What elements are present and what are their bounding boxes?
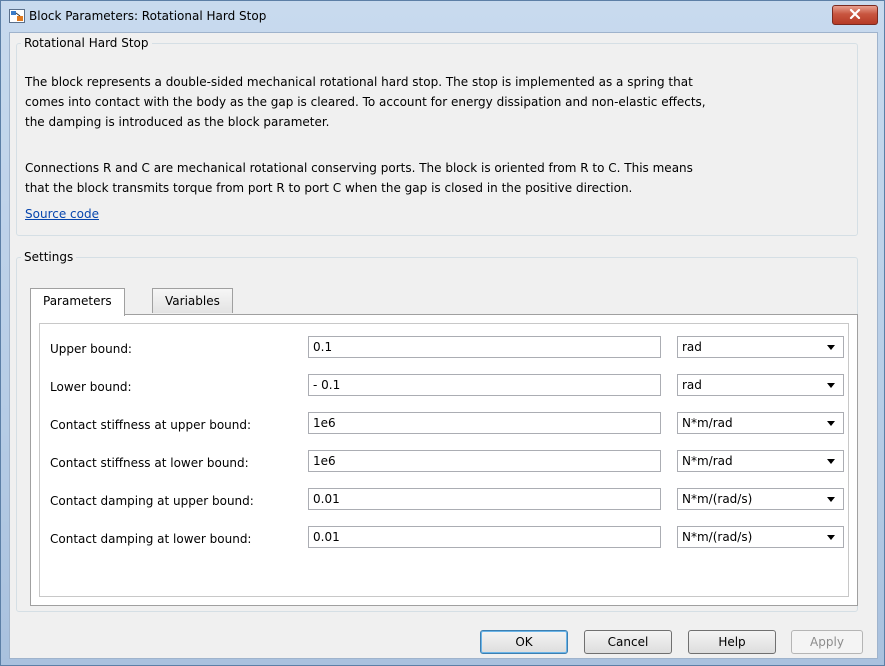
simulink-block-icon [9,9,25,23]
parameters-list: Upper bound: rad Lower bound: rad Contac… [39,323,849,597]
upper-bound-unit-select[interactable]: rad [677,336,844,358]
chevron-down-icon [827,421,835,426]
contact-damping-upper-unit-select[interactable]: N*m/(rad/s) [677,488,844,510]
contact-stiffness-lower-input[interactable] [308,450,661,472]
description-line: the damping is introduced as the block p… [25,115,330,129]
unit-value: rad [682,378,702,392]
window-title: Block Parameters: Rotational Hard Stop [29,9,267,23]
contact-damping-upper-label: Contact damping at upper bound: [50,494,254,508]
description-line: comes into contact with the body as the … [25,95,706,109]
parameters-panel: Upper bound: rad Lower bound: rad Contac… [30,314,858,606]
dialog-client-area: Rotational Hard Stop The block represent… [9,32,878,659]
lower-bound-label: Lower bound: [50,380,132,394]
unit-value: N*m/(rad/s) [682,530,753,544]
description-group-title: Rotational Hard Stop [24,36,149,50]
contact-stiffness-lower-label: Contact stiffness at lower bound: [50,456,249,470]
chevron-down-icon [827,497,835,502]
contact-damping-lower-input[interactable] [308,526,661,548]
contact-damping-lower-label: Contact damping at lower bound: [50,532,252,546]
unit-value: N*m/rad [682,454,733,468]
chevron-down-icon [827,345,835,350]
dialog-window: Block Parameters: Rotational Hard Stop R… [0,0,885,666]
contact-stiffness-upper-unit-select[interactable]: N*m/rad [677,412,844,434]
help-button[interactable]: Help [688,630,776,654]
description-paragraph-1: The block represents a double-sided mech… [25,72,849,132]
close-button[interactable] [832,5,878,25]
tab-variables[interactable]: Variables [152,288,233,313]
unit-value: rad [682,340,702,354]
contact-damping-upper-input[interactable] [308,488,661,510]
lower-bound-unit-select[interactable]: rad [677,374,844,396]
unit-value: N*m/rad [682,416,733,430]
close-icon [849,8,861,22]
ok-button[interactable]: OK [480,630,568,654]
contact-stiffness-upper-label: Contact stiffness at upper bound: [50,418,252,432]
contact-stiffness-lower-unit-select[interactable]: N*m/rad [677,450,844,472]
chevron-down-icon [827,535,835,540]
description-line: Connections R and C are mechanical rotat… [25,161,693,175]
tab-parameters[interactable]: Parameters [30,288,125,316]
upper-bound-label: Upper bound: [50,342,132,356]
unit-value: N*m/(rad/s) [682,492,753,506]
contact-stiffness-upper-input[interactable] [308,412,661,434]
description-group: Rotational Hard Stop The block represent… [16,36,858,236]
apply-button[interactable]: Apply [791,630,863,654]
description-paragraph-2: Connections R and C are mechanical rotat… [25,158,849,198]
cancel-button[interactable]: Cancel [584,630,672,654]
description-line: The block represents a double-sided mech… [25,75,693,89]
chevron-down-icon [827,459,835,464]
upper-bound-input[interactable] [308,336,661,358]
contact-damping-lower-unit-select[interactable]: N*m/(rad/s) [677,526,844,548]
description-line: that the block transmits torque from por… [25,181,633,195]
tab-label: Parameters [43,294,112,308]
source-code-link[interactable]: Source code [25,207,99,221]
tab-label: Variables [165,294,220,308]
lower-bound-input[interactable] [308,374,661,396]
settings-group-title: Settings [24,250,74,264]
title-bar[interactable]: Block Parameters: Rotational Hard Stop [1,1,884,31]
chevron-down-icon [827,383,835,388]
